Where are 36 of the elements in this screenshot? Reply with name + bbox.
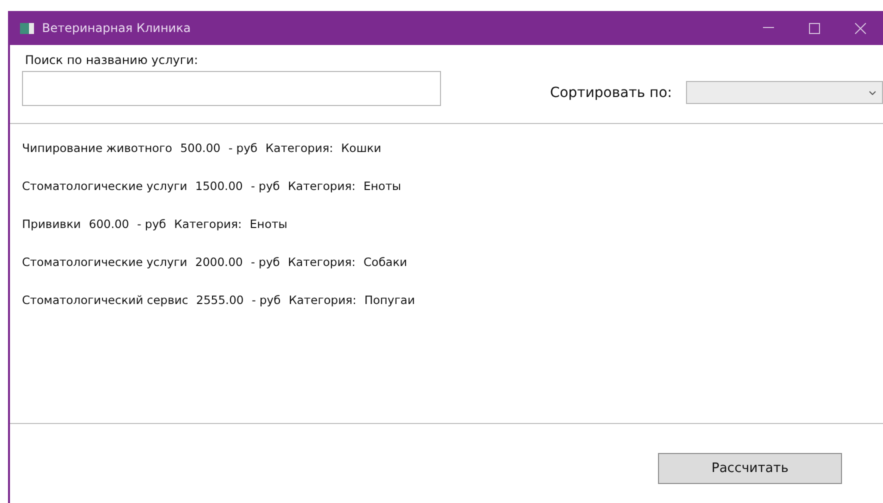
- service-price: 1500.00: [195, 179, 243, 193]
- calculate-button[interactable]: Рассчитать: [658, 453, 842, 484]
- category-name: Кошки: [341, 141, 382, 155]
- currency-label: - руб: [228, 141, 258, 155]
- category-label: Категория:: [265, 141, 334, 155]
- category-label: Категория:: [288, 179, 356, 193]
- service-name: Прививки: [22, 217, 81, 231]
- service-name: Стоматологический сервис: [22, 293, 188, 307]
- service-price: 2555.00: [196, 293, 244, 307]
- category-label: Категория:: [174, 217, 242, 231]
- currency-label: - руб: [250, 179, 280, 193]
- service-name: Чипирование животного: [22, 141, 172, 155]
- currency-label: - руб: [252, 293, 281, 307]
- category-name: Собаки: [364, 255, 408, 269]
- service-price: 2000.00: [195, 255, 243, 269]
- currency-label: - руб: [137, 217, 166, 231]
- service-price: 500.00: [180, 141, 220, 155]
- category-label: Категория:: [288, 293, 356, 307]
- app-icon: [20, 22, 34, 34]
- currency-label: - руб: [250, 255, 280, 269]
- service-name: Стоматологические услуги: [22, 255, 188, 269]
- category-name: Еноты: [250, 217, 288, 231]
- category-name: Еноты: [364, 179, 402, 193]
- chevron-down-icon: [869, 90, 876, 94]
- search-field[interactable]: [22, 71, 441, 106]
- category-name: Попугаи: [364, 293, 415, 307]
- maximize-icon: [808, 22, 820, 34]
- service-name: Стоматологические услуги: [22, 179, 188, 193]
- search-label: Поиск по названию услуги:: [24, 53, 200, 67]
- window-title: Ветеринарная Клиника: [42, 21, 192, 35]
- sort-label: Сортировать по:: [550, 84, 672, 100]
- close-icon: [854, 22, 866, 34]
- sort-dropdown[interactable]: [686, 81, 883, 104]
- minimize-icon: [762, 27, 774, 29]
- category-label: Категория:: [288, 255, 356, 269]
- service-price: 600.00: [88, 217, 130, 231]
